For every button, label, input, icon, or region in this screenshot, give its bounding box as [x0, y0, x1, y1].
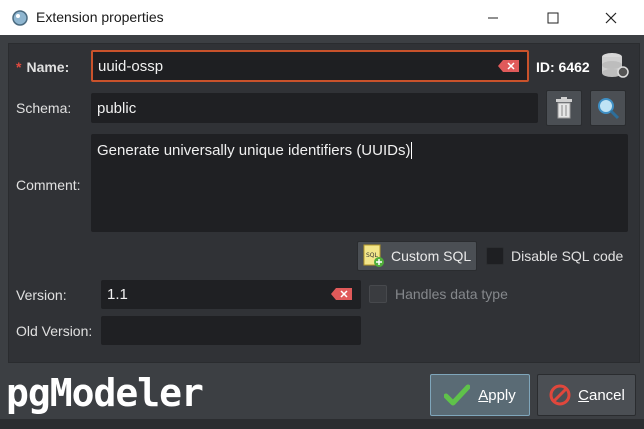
- object-id: ID: 6462: [536, 59, 590, 75]
- version-input[interactable]: 1.1: [101, 280, 361, 309]
- old-version-label: Old Version:: [16, 323, 93, 339]
- handles-type-checkbox[interactable]: [369, 285, 387, 303]
- select-schema-button[interactable]: [590, 90, 626, 126]
- database-id-icon: [602, 53, 629, 78]
- old-version-input[interactable]: [101, 316, 361, 345]
- handles-type-label: Handles data type: [395, 286, 508, 302]
- text-cursor: [411, 142, 413, 159]
- custom-sql-button[interactable]: SQL Custom SQL: [357, 241, 477, 271]
- maximize-icon: [547, 12, 559, 23]
- name-input[interactable]: uuid-ossp: [91, 50, 529, 82]
- version-value: 1.1: [107, 286, 128, 303]
- version-label: Version:: [16, 287, 67, 303]
- extension-properties-dialog: Extension properties * Name: uuid-ossp ID…: [0, 0, 644, 429]
- comment-value: Generate universally unique identifiers …: [97, 142, 411, 159]
- clear-name-icon[interactable]: [498, 60, 520, 72]
- cancel-button[interactable]: Cancel: [537, 374, 636, 416]
- name-label: * Name:: [16, 59, 70, 75]
- disable-sql-checkbox[interactable]: [486, 247, 504, 265]
- schema-value: public: [97, 99, 137, 117]
- name-value: uuid-ossp: [98, 57, 164, 75]
- title-bar: Extension properties: [0, 0, 644, 35]
- cancel-icon: [549, 384, 571, 406]
- clear-schema-button[interactable]: [546, 90, 582, 126]
- pgmodeler-logo: pgModeler: [6, 371, 204, 415]
- minimize-button[interactable]: [470, 0, 516, 35]
- window-title: Extension properties: [36, 9, 164, 25]
- clear-version-icon[interactable]: [331, 288, 353, 300]
- search-icon: [598, 98, 620, 120]
- required-marker: *: [16, 59, 22, 75]
- minimize-icon: [488, 17, 498, 18]
- comment-textarea[interactable]: Generate universally unique identifiers …: [91, 134, 628, 232]
- disable-sql-label: Disable SQL code: [511, 248, 624, 264]
- close-icon: [605, 12, 617, 23]
- schema-label: Schema:: [16, 100, 72, 116]
- sql-file-icon: SQL: [363, 244, 384, 267]
- apply-button[interactable]: Apply: [430, 374, 530, 416]
- trash-icon: [556, 97, 572, 119]
- schema-input[interactable]: public: [91, 93, 538, 123]
- checkmark-icon: [444, 384, 471, 406]
- bottom-edge: [0, 419, 644, 429]
- comment-label: Comment:: [16, 177, 81, 193]
- close-button[interactable]: [588, 0, 634, 35]
- maximize-button[interactable]: [530, 0, 576, 35]
- pgmodeler-app-icon: [12, 10, 28, 26]
